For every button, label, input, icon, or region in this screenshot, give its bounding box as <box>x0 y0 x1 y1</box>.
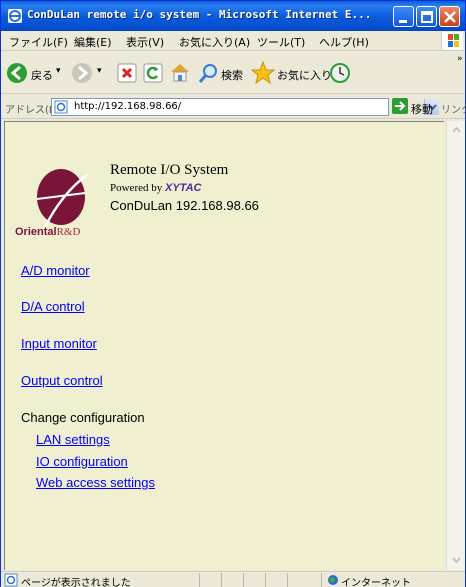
search-button-label[interactable]: 検索 <box>221 67 243 83</box>
status-bar: ページが表示されました インターネット <box>1 571 465 587</box>
title-bar[interactable]: ConDuLan remote i/o system - Microsoft I… <box>1 1 465 31</box>
search-icon[interactable] <box>198 62 220 84</box>
scroll-down-button[interactable] <box>448 551 465 568</box>
scroll-up-button[interactable] <box>448 122 465 139</box>
ie-app-icon[interactable] <box>7 8 23 24</box>
back-button-label[interactable]: 戻る <box>31 67 53 83</box>
status-divider <box>243 573 244 587</box>
home-icon[interactable] <box>169 61 191 83</box>
page-done-icon <box>4 573 18 587</box>
menu-help[interactable]: ヘルプ(H) <box>319 34 369 50</box>
page-content: OrientalR&D Remote I/O System Powered by… <box>4 121 444 570</box>
menu-bar: ファイル(F) 編集(E) 表示(V) お気に入り(A) ツール(T) ヘルプ(… <box>1 31 465 51</box>
change-configuration-heading: Change configuration <box>21 410 145 425</box>
minimize-button[interactable] <box>393 6 414 27</box>
device-info: ConDuLan 192.168.98.66 <box>110 198 259 213</box>
forward-arrow-icon[interactable] <box>71 62 93 84</box>
address-input[interactable]: http://192.168.98.66/ <box>51 98 439 116</box>
menu-tools[interactable]: ツール(T) <box>257 34 305 50</box>
chevron-up-icon <box>452 126 461 133</box>
back-dropdown-icon[interactable]: ▾ <box>56 66 61 76</box>
page-title: Remote I/O System <box>110 162 229 178</box>
internet-globe-icon <box>328 575 338 585</box>
security-zone-text: インターネット <box>341 578 411 587</box>
logo-text: OrientalR&D <box>15 226 81 238</box>
stop-icon[interactable] <box>117 63 137 83</box>
close-button[interactable] <box>439 6 460 27</box>
toolbar: 戻る ▾ ▾ 検索 お気に入り » <box>1 52 465 94</box>
windows-flag-icon <box>441 32 463 50</box>
status-divider <box>287 573 288 587</box>
status-divider <box>221 573 222 587</box>
forward-dropdown-icon[interactable]: ▾ <box>97 66 102 76</box>
powered-by: Powered by XYTAC <box>110 182 202 194</box>
go-button[interactable] <box>392 98 408 114</box>
toolbar-overflow-icon[interactable]: » <box>457 54 463 64</box>
maximize-button[interactable] <box>416 6 437 27</box>
back-arrow-icon[interactable] <box>6 62 28 84</box>
address-bar: アドレス(D) http://192.168.98.66/ 移動 リンク <box>1 95 466 119</box>
window-title: ConDuLan remote i/o system - Microsoft I… <box>27 8 372 21</box>
favorites-button-label[interactable]: お気に入り <box>277 67 332 83</box>
io-configuration-link[interactable]: IO configuration <box>36 454 128 469</box>
menu-favorites[interactable]: お気に入り(A) <box>179 34 250 50</box>
status-divider <box>265 573 266 587</box>
menu-file[interactable]: ファイル(F) <box>9 34 68 50</box>
minimize-icon <box>399 20 407 23</box>
da-control-link[interactable]: D/A control <box>21 299 85 314</box>
go-arrow-icon <box>395 101 406 111</box>
status-divider <box>321 573 322 587</box>
address-url[interactable]: http://192.168.98.66/ <box>74 101 181 112</box>
chevron-down-icon <box>452 557 461 564</box>
history-icon[interactable] <box>329 62 351 84</box>
input-monitor-link[interactable]: Input monitor <box>21 336 97 351</box>
links-label[interactable]: リンク <box>441 101 466 116</box>
menu-edit[interactable]: 編集(E) <box>74 34 112 50</box>
browser-window: ConDuLan remote i/o system - Microsoft I… <box>0 0 466 587</box>
vertical-scrollbar[interactable] <box>446 121 465 570</box>
menu-view[interactable]: 表示(V) <box>126 34 164 50</box>
lan-settings-link[interactable]: LAN settings <box>36 432 110 447</box>
status-divider <box>199 573 200 587</box>
page-icon <box>54 100 68 114</box>
web-access-settings-link[interactable]: Web access settings <box>36 475 155 490</box>
go-button-label[interactable]: 移動 <box>411 101 433 117</box>
close-icon <box>444 11 456 23</box>
refresh-icon[interactable] <box>143 63 163 83</box>
status-text: ページが表示されました <box>21 578 131 587</box>
maximize-icon <box>421 11 433 23</box>
ad-monitor-link[interactable]: A/D monitor <box>21 263 90 278</box>
favorites-star-icon[interactable] <box>251 61 275 85</box>
output-control-link[interactable]: Output control <box>21 373 103 388</box>
